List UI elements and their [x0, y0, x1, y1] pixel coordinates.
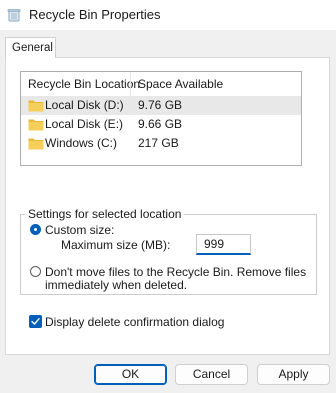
row-space: 217 GB [138, 136, 179, 150]
list-row-local-disk-d[interactable]: Local Disk (D:) 9.76 GB [21, 96, 301, 115]
folder-icon [28, 119, 44, 131]
list-row-local-disk-e[interactable]: Local Disk (E:) 9.66 GB [21, 115, 301, 134]
dont-move-files-label-line2[interactable]: immediately when deleted. [45, 278, 187, 292]
column-header-space[interactable]: Space Available [138, 77, 223, 91]
row-name: Local Disk (E:) [45, 117, 124, 131]
column-separator[interactable] [130, 72, 131, 96]
row-space: 9.76 GB [138, 98, 183, 112]
dont-move-files-label-line1[interactable]: Don't move files to the Recycle Bin. Rem… [45, 265, 306, 279]
dont-move-files-radio[interactable] [30, 266, 41, 277]
row-space: 9.66 GB [138, 117, 183, 131]
checkmark-icon [31, 318, 40, 325]
list-row-windows-c[interactable]: Windows (C:) 217 GB [21, 134, 301, 153]
list-header: Recycle Bin Location Space Available [21, 72, 301, 96]
tab-general[interactable]: General [5, 37, 56, 58]
window-title: Recycle Bin Properties [29, 7, 161, 22]
settings-group-title: Settings for selected location [25, 207, 185, 221]
custom-size-radio[interactable] [30, 224, 41, 235]
column-header-location[interactable]: Recycle Bin Location [28, 77, 140, 91]
title-bar[interactable]: Recycle Bin Properties [0, 0, 336, 30]
max-size-input[interactable] [196, 234, 251, 255]
row-name: Local Disk (D:) [45, 98, 124, 112]
custom-size-label[interactable]: Custom size: [45, 223, 114, 237]
confirm-delete-checkbox[interactable] [29, 315, 42, 328]
dialog-body: General Recycle Bin Location Space Avail… [0, 30, 336, 393]
cancel-button[interactable]: Cancel [175, 364, 248, 385]
tab-general-label: General [12, 42, 53, 54]
recycle-bin-icon [7, 9, 21, 22]
confirm-delete-label[interactable]: Display delete confirmation dialog [45, 315, 224, 329]
apply-button[interactable]: Apply [257, 364, 330, 385]
recycle-bin-location-list[interactable]: Recycle Bin Location Space Available Loc… [20, 71, 302, 166]
general-panel: Recycle Bin Location Space Available Loc… [5, 57, 330, 355]
folder-icon [28, 100, 44, 112]
folder-icon [28, 138, 44, 150]
row-name: Windows (C:) [45, 136, 118, 150]
max-size-label: Maximum size (MB): [61, 238, 171, 252]
ok-button[interactable]: OK [94, 364, 167, 385]
